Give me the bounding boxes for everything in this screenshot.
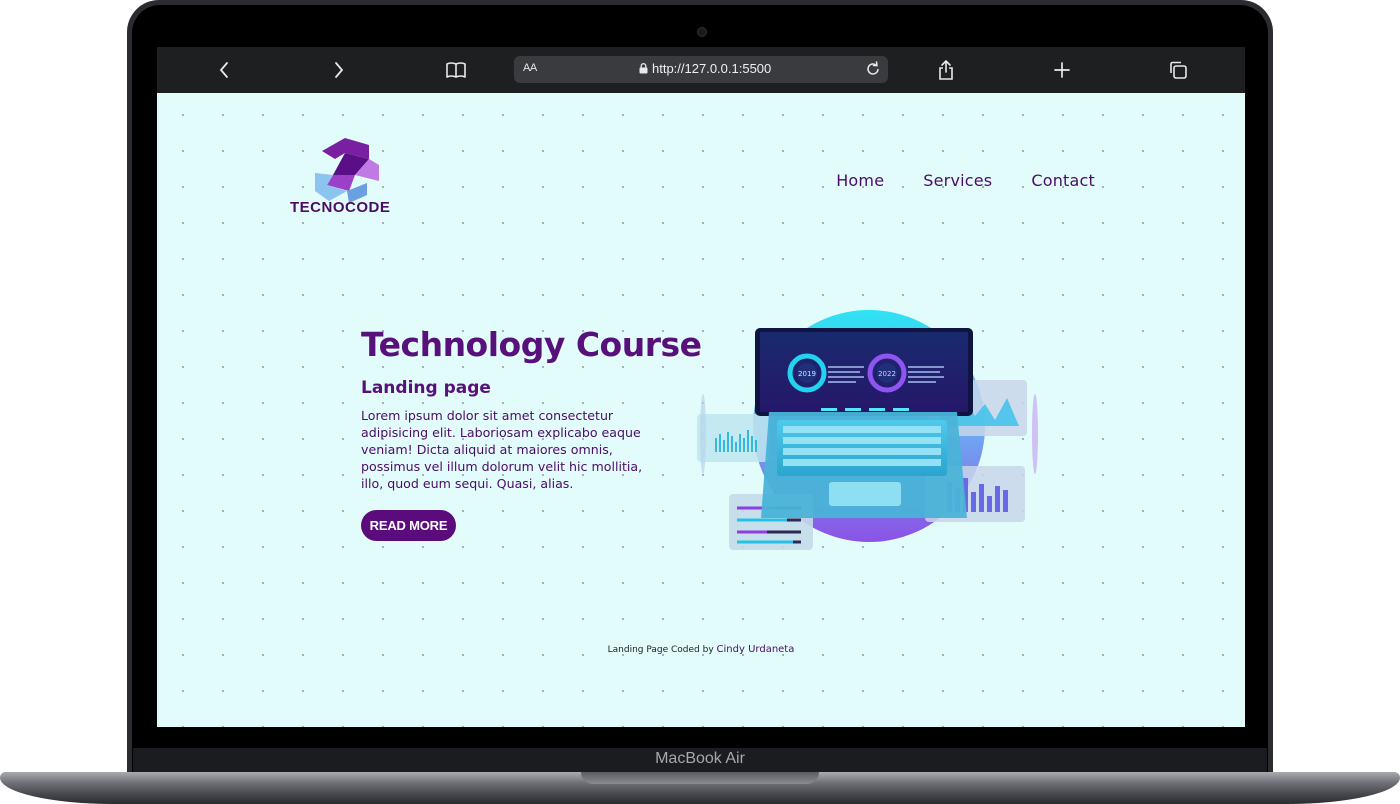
new-tab-icon[interactable] <box>1048 56 1076 84</box>
nav-services[interactable]: Services <box>923 171 992 190</box>
laptop-model-label: MacBook Air <box>655 750 745 767</box>
hero-title: Technology Course <box>361 325 702 364</box>
webcam <box>697 27 707 37</box>
reader-aa-button[interactable]: AA <box>523 62 537 74</box>
browser-toolbar: AA http://127.0.0.1:5500 <box>157 47 1245 93</box>
bookmarks-icon[interactable] <box>442 56 470 84</box>
read-more-button[interactable]: READ MORE <box>361 510 456 541</box>
page-footer: Landing Page Coded by Cindy Urdaneta <box>157 644 1245 655</box>
lock-icon <box>639 63 648 74</box>
footer-credit-prefix: Landing Page Coded by <box>607 645 714 655</box>
address-bar[interactable]: AA http://127.0.0.1:5500 <box>514 56 888 83</box>
url-display[interactable]: http://127.0.0.1:5500 <box>639 61 771 76</box>
gauge-label-left: 2019 <box>798 370 816 378</box>
hero-description: Lorem ipsum dolor sit amet consectetur a… <box>361 408 643 491</box>
url-text: http://127.0.0.1:5500 <box>652 61 772 76</box>
nav-home[interactable]: Home <box>836 171 884 190</box>
gauge-label-right: 2022 <box>878 370 896 378</box>
tabs-icon[interactable] <box>1164 56 1192 84</box>
nav-contact[interactable]: Contact <box>1031 171 1095 190</box>
reload-icon[interactable] <box>864 60 882 82</box>
back-icon[interactable] <box>210 56 238 84</box>
main-nav: Home Services Contact <box>836 171 1095 190</box>
laptop-notch <box>581 772 819 784</box>
hero-subtitle: Landing page <box>361 378 491 398</box>
forward-icon[interactable] <box>325 56 353 84</box>
laptop-illustration: 2019 2022 <box>697 310 1038 550</box>
share-icon[interactable] <box>932 56 960 84</box>
footer-author-link[interactable]: Cindy Urdaneta <box>717 644 795 655</box>
web-page: TECNOCODE Home Services Contact Technolo… <box>157 93 1245 727</box>
logo-text[interactable]: TECNOCODE <box>290 199 390 216</box>
